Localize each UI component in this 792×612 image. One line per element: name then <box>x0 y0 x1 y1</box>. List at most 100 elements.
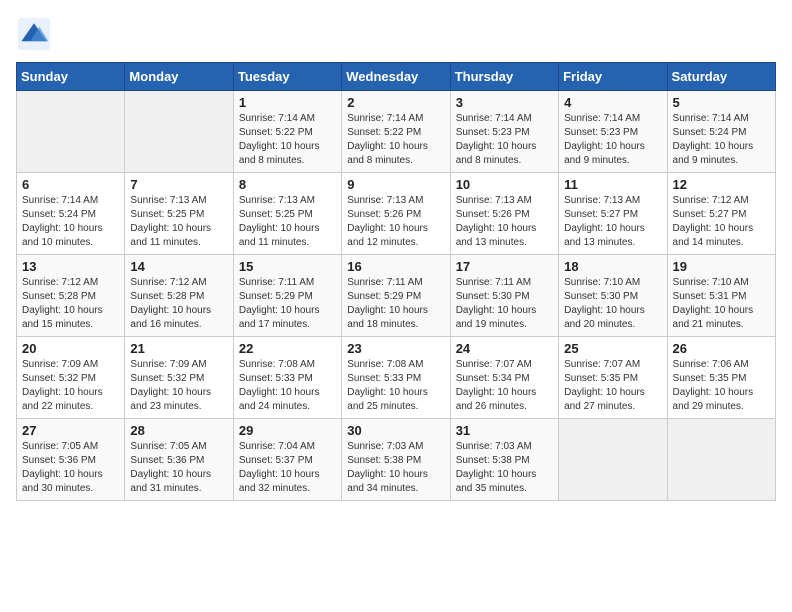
calendar-cell: 8 Sunrise: 7:13 AMSunset: 5:25 PMDayligh… <box>233 173 341 255</box>
day-number: 18 <box>564 259 661 274</box>
day-info: Sunrise: 7:09 AMSunset: 5:32 PMDaylight:… <box>22 358 119 414</box>
day-info: Sunrise: 7:13 AMSunset: 5:26 PMDaylight:… <box>456 194 553 250</box>
calendar-cell: 14 Sunrise: 7:12 AMSunset: 5:28 PMDaylig… <box>125 255 233 337</box>
day-number: 23 <box>347 341 444 356</box>
day-info: Sunrise: 7:08 AMSunset: 5:33 PMDaylight:… <box>347 358 444 414</box>
day-info: Sunrise: 7:13 AMSunset: 5:25 PMDaylight:… <box>130 194 227 250</box>
calendar-cell: 24 Sunrise: 7:07 AMSunset: 5:34 PMDaylig… <box>450 337 558 419</box>
day-number: 9 <box>347 177 444 192</box>
day-info: Sunrise: 7:14 AMSunset: 5:23 PMDaylight:… <box>564 112 661 168</box>
calendar-cell: 25 Sunrise: 7:07 AMSunset: 5:35 PMDaylig… <box>559 337 667 419</box>
day-number: 24 <box>456 341 553 356</box>
calendar-cell: 28 Sunrise: 7:05 AMSunset: 5:36 PMDaylig… <box>125 419 233 501</box>
day-info: Sunrise: 7:03 AMSunset: 5:38 PMDaylight:… <box>347 440 444 496</box>
calendar-cell <box>17 91 125 173</box>
day-number: 11 <box>564 177 661 192</box>
day-info: Sunrise: 7:14 AMSunset: 5:24 PMDaylight:… <box>22 194 119 250</box>
day-info: Sunrise: 7:10 AMSunset: 5:31 PMDaylight:… <box>673 276 770 332</box>
calendar-cell: 10 Sunrise: 7:13 AMSunset: 5:26 PMDaylig… <box>450 173 558 255</box>
weekday-header-tuesday: Tuesday <box>233 63 341 91</box>
day-info: Sunrise: 7:13 AMSunset: 5:26 PMDaylight:… <box>347 194 444 250</box>
calendar-cell: 26 Sunrise: 7:06 AMSunset: 5:35 PMDaylig… <box>667 337 775 419</box>
day-number: 5 <box>673 95 770 110</box>
day-number: 1 <box>239 95 336 110</box>
calendar-cell: 20 Sunrise: 7:09 AMSunset: 5:32 PMDaylig… <box>17 337 125 419</box>
day-info: Sunrise: 7:12 AMSunset: 5:28 PMDaylight:… <box>22 276 119 332</box>
calendar-cell: 9 Sunrise: 7:13 AMSunset: 5:26 PMDayligh… <box>342 173 450 255</box>
day-number: 25 <box>564 341 661 356</box>
day-info: Sunrise: 7:12 AMSunset: 5:28 PMDaylight:… <box>130 276 227 332</box>
calendar-cell: 16 Sunrise: 7:11 AMSunset: 5:29 PMDaylig… <box>342 255 450 337</box>
calendar-cell: 19 Sunrise: 7:10 AMSunset: 5:31 PMDaylig… <box>667 255 775 337</box>
day-number: 20 <box>22 341 119 356</box>
day-info: Sunrise: 7:11 AMSunset: 5:29 PMDaylight:… <box>239 276 336 332</box>
weekday-header-sunday: Sunday <box>17 63 125 91</box>
day-number: 19 <box>673 259 770 274</box>
day-info: Sunrise: 7:14 AMSunset: 5:22 PMDaylight:… <box>239 112 336 168</box>
calendar-cell: 4 Sunrise: 7:14 AMSunset: 5:23 PMDayligh… <box>559 91 667 173</box>
day-number: 31 <box>456 423 553 438</box>
calendar-cell: 29 Sunrise: 7:04 AMSunset: 5:37 PMDaylig… <box>233 419 341 501</box>
day-info: Sunrise: 7:14 AMSunset: 5:23 PMDaylight:… <box>456 112 553 168</box>
day-info: Sunrise: 7:04 AMSunset: 5:37 PMDaylight:… <box>239 440 336 496</box>
weekday-header-thursday: Thursday <box>450 63 558 91</box>
calendar-cell: 31 Sunrise: 7:03 AMSunset: 5:38 PMDaylig… <box>450 419 558 501</box>
weekday-header-friday: Friday <box>559 63 667 91</box>
calendar-cell: 2 Sunrise: 7:14 AMSunset: 5:22 PMDayligh… <box>342 91 450 173</box>
day-number: 8 <box>239 177 336 192</box>
day-info: Sunrise: 7:07 AMSunset: 5:34 PMDaylight:… <box>456 358 553 414</box>
day-number: 13 <box>22 259 119 274</box>
day-number: 22 <box>239 341 336 356</box>
calendar-cell <box>559 419 667 501</box>
calendar-cell: 7 Sunrise: 7:13 AMSunset: 5:25 PMDayligh… <box>125 173 233 255</box>
day-info: Sunrise: 7:03 AMSunset: 5:38 PMDaylight:… <box>456 440 553 496</box>
day-info: Sunrise: 7:05 AMSunset: 5:36 PMDaylight:… <box>130 440 227 496</box>
calendar-cell: 30 Sunrise: 7:03 AMSunset: 5:38 PMDaylig… <box>342 419 450 501</box>
day-info: Sunrise: 7:12 AMSunset: 5:27 PMDaylight:… <box>673 194 770 250</box>
day-info: Sunrise: 7:07 AMSunset: 5:35 PMDaylight:… <box>564 358 661 414</box>
calendar-cell: 23 Sunrise: 7:08 AMSunset: 5:33 PMDaylig… <box>342 337 450 419</box>
day-number: 3 <box>456 95 553 110</box>
calendar-cell <box>667 419 775 501</box>
day-number: 15 <box>239 259 336 274</box>
day-number: 29 <box>239 423 336 438</box>
day-info: Sunrise: 7:14 AMSunset: 5:24 PMDaylight:… <box>673 112 770 168</box>
logo <box>16 16 56 52</box>
calendar-cell: 21 Sunrise: 7:09 AMSunset: 5:32 PMDaylig… <box>125 337 233 419</box>
day-info: Sunrise: 7:11 AMSunset: 5:29 PMDaylight:… <box>347 276 444 332</box>
calendar-cell: 27 Sunrise: 7:05 AMSunset: 5:36 PMDaylig… <box>17 419 125 501</box>
day-info: Sunrise: 7:10 AMSunset: 5:30 PMDaylight:… <box>564 276 661 332</box>
calendar-cell: 12 Sunrise: 7:12 AMSunset: 5:27 PMDaylig… <box>667 173 775 255</box>
day-info: Sunrise: 7:08 AMSunset: 5:33 PMDaylight:… <box>239 358 336 414</box>
day-info: Sunrise: 7:05 AMSunset: 5:36 PMDaylight:… <box>22 440 119 496</box>
logo-icon <box>16 16 52 52</box>
calendar-cell: 1 Sunrise: 7:14 AMSunset: 5:22 PMDayligh… <box>233 91 341 173</box>
calendar-cell <box>125 91 233 173</box>
calendar-cell: 3 Sunrise: 7:14 AMSunset: 5:23 PMDayligh… <box>450 91 558 173</box>
day-number: 12 <box>673 177 770 192</box>
day-info: Sunrise: 7:13 AMSunset: 5:25 PMDaylight:… <box>239 194 336 250</box>
day-number: 21 <box>130 341 227 356</box>
day-number: 14 <box>130 259 227 274</box>
calendar-cell: 13 Sunrise: 7:12 AMSunset: 5:28 PMDaylig… <box>17 255 125 337</box>
day-number: 2 <box>347 95 444 110</box>
day-number: 17 <box>456 259 553 274</box>
day-info: Sunrise: 7:09 AMSunset: 5:32 PMDaylight:… <box>130 358 227 414</box>
page-header <box>16 16 776 52</box>
weekday-header-wednesday: Wednesday <box>342 63 450 91</box>
day-info: Sunrise: 7:13 AMSunset: 5:27 PMDaylight:… <box>564 194 661 250</box>
calendar-cell: 18 Sunrise: 7:10 AMSunset: 5:30 PMDaylig… <box>559 255 667 337</box>
day-number: 28 <box>130 423 227 438</box>
weekday-header-saturday: Saturday <box>667 63 775 91</box>
calendar-table: SundayMondayTuesdayWednesdayThursdayFrid… <box>16 62 776 501</box>
calendar-cell: 11 Sunrise: 7:13 AMSunset: 5:27 PMDaylig… <box>559 173 667 255</box>
calendar-cell: 22 Sunrise: 7:08 AMSunset: 5:33 PMDaylig… <box>233 337 341 419</box>
calendar-cell: 5 Sunrise: 7:14 AMSunset: 5:24 PMDayligh… <box>667 91 775 173</box>
day-info: Sunrise: 7:11 AMSunset: 5:30 PMDaylight:… <box>456 276 553 332</box>
calendar-cell: 15 Sunrise: 7:11 AMSunset: 5:29 PMDaylig… <box>233 255 341 337</box>
day-number: 26 <box>673 341 770 356</box>
day-number: 16 <box>347 259 444 274</box>
day-number: 27 <box>22 423 119 438</box>
weekday-header-monday: Monday <box>125 63 233 91</box>
day-info: Sunrise: 7:06 AMSunset: 5:35 PMDaylight:… <box>673 358 770 414</box>
